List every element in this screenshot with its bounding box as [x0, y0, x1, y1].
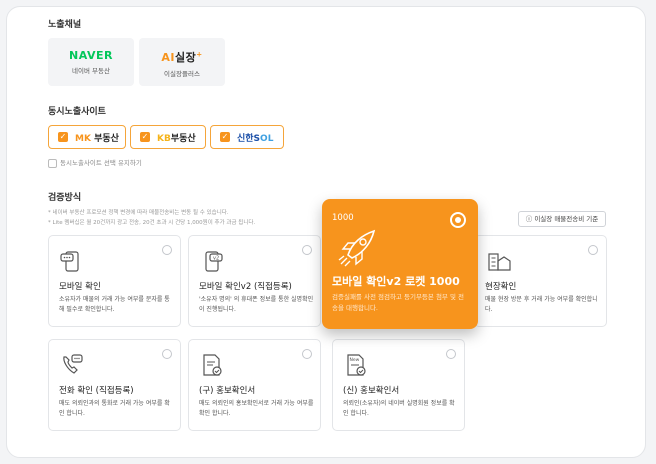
rocket-desc: 검증실패를 사전 점검하고 등기부등본 첨부 및 전송을 대행합니다.: [332, 293, 464, 312]
exposure-channel-title: 노출채널: [48, 20, 82, 30]
policy-note-2: * Lite 멤버십은 월 20건까지 광고 전송, 20건 초과 시 건당 1…: [48, 220, 256, 226]
channel-aisiljang-name: 이실장플러스: [164, 70, 200, 78]
verification-method-title: 검증방식: [48, 193, 82, 203]
method-card-new-confirm[interactable]: New (신) 홍보확인서 의뢰인(소유자)의 네이버 실명회원 정보를 확인 …: [332, 339, 465, 431]
method-desc: 소유자가 매물의 거래 가능 여부를 문자를 통해 필수로 확인합니다.: [59, 296, 170, 313]
channel-naver-card[interactable]: NAVER 네이버 부동산: [48, 38, 134, 86]
check-icon: ✓: [58, 132, 68, 142]
method-desc: 의뢰인(소유자)의 네이버 실명회원 정보를 확인 합니다.: [343, 400, 455, 417]
method-title: 모바일 확인: [59, 282, 101, 292]
radio-button-selected[interactable]: [450, 212, 466, 228]
radio-button[interactable]: [162, 349, 172, 359]
method-card-onsite[interactable]: 현장확인 매물 현장 방문 후 거래 가능 여부를 확인합니다.: [474, 235, 607, 327]
method-title: (신) 홍보확인서: [343, 386, 400, 396]
channel-aisiljang-card[interactable]: AI실장+ 이실장플러스: [139, 38, 225, 86]
info-icon: ⓘ: [525, 215, 533, 223]
method-desc: '소유자 명의' 의 휴대폰 정보를 통한 실명확인이 진행됩니다.: [199, 296, 314, 313]
check-icon: ✓: [220, 132, 230, 142]
fee-standard-label: 이실장 매물전송비 기준: [534, 215, 599, 223]
radio-button[interactable]: [302, 349, 312, 359]
rocket-title: 모바일 확인v2 로켓 1000: [332, 275, 460, 288]
check-icon: ✓: [140, 132, 150, 142]
site-shinhan-label: 신한SOL: [237, 134, 274, 144]
rocket-icon: [338, 229, 376, 267]
method-title: 모바일 확인v2 (직접등록): [199, 282, 292, 292]
method-card-mobile[interactable]: 모바일 확인 소유자가 매물의 거래 가능 여부를 문자를 통해 필수로 확인합…: [48, 235, 181, 327]
simultaneous-sites-title: 동시노출사이트: [48, 107, 106, 117]
method-desc: 매도 의뢰인의 홍보확인서로 거래 가능 여부를 확인 합니다.: [199, 400, 314, 417]
radio-button[interactable]: [446, 349, 456, 359]
phone-icon: [63, 354, 83, 374]
channel-naver-name: 네이버 부동산: [72, 67, 110, 75]
keep-selection-checkbox[interactable]: 동시노출사이트 선택 유지하기: [48, 157, 142, 168]
method-card-old-confirm[interactable]: (구) 홍보확인서 매도 의뢰인의 홍보확인서로 거래 가능 여부를 확인 합니…: [188, 339, 321, 431]
site-shinhan-checkbox[interactable]: ✓ 신한SOL: [210, 125, 284, 149]
radio-button[interactable]: [162, 245, 172, 255]
method-title: 전화 확인 (직접등록): [59, 386, 134, 396]
method-title: (구) 홍보확인서: [199, 386, 256, 396]
method-desc: 매도 의뢰인과의 통화로 거래 가능 여부를 확인 합니다.: [59, 400, 170, 417]
site-kb-checkbox[interactable]: ✓ KB부동산: [130, 125, 206, 149]
method-card-rocket-selected[interactable]: 1000 모바일 확인v2 로켓 1000 검증실패를 사전 점검하고 등기부등…: [322, 199, 478, 329]
building-icon: [488, 253, 511, 271]
mobile-v2-icon: v2: [205, 251, 223, 272]
method-card-phone[interactable]: 전화 확인 (직접등록) 매도 의뢰인과의 통화로 거래 가능 여부를 확인 합…: [48, 339, 181, 431]
svg-text:New: New: [350, 357, 360, 363]
site-kb-label: KB부동산: [157, 134, 196, 144]
method-title: 현장확인: [485, 282, 517, 292]
rocket-price: 1000: [332, 213, 354, 223]
checkbox-box: [48, 158, 57, 168]
new-document-icon: New: [347, 354, 366, 376]
aisiljang-logo: AI실장+: [161, 50, 203, 64]
fee-standard-button[interactable]: ⓘ 이실장 매물전송비 기준: [518, 211, 606, 227]
site-mk-checkbox[interactable]: ✓ MK 부동산: [48, 125, 126, 149]
method-card-mobile-v2[interactable]: v2 모바일 확인v2 (직접등록) '소유자 명의' 의 휴대폰 정보를 통한…: [188, 235, 321, 327]
keep-selection-label: 동시노출사이트 선택 유지하기: [60, 159, 142, 167]
site-mk-label: MK 부동산: [75, 134, 119, 144]
method-desc: 매물 현장 방문 후 거래 가능 여부를 확인합니다.: [485, 296, 598, 313]
naver-logo: NAVER: [69, 49, 113, 62]
policy-note-1: * 네이버 부동산 프로모션 정책 변경에 따라 매물전송비는 변동 될 수 있…: [48, 210, 229, 216]
mobile-chat-icon: [60, 251, 79, 272]
radio-button[interactable]: [588, 245, 598, 255]
document-check-icon: [203, 354, 222, 376]
radio-button[interactable]: [302, 245, 312, 255]
svg-text:v2: v2: [213, 256, 219, 262]
